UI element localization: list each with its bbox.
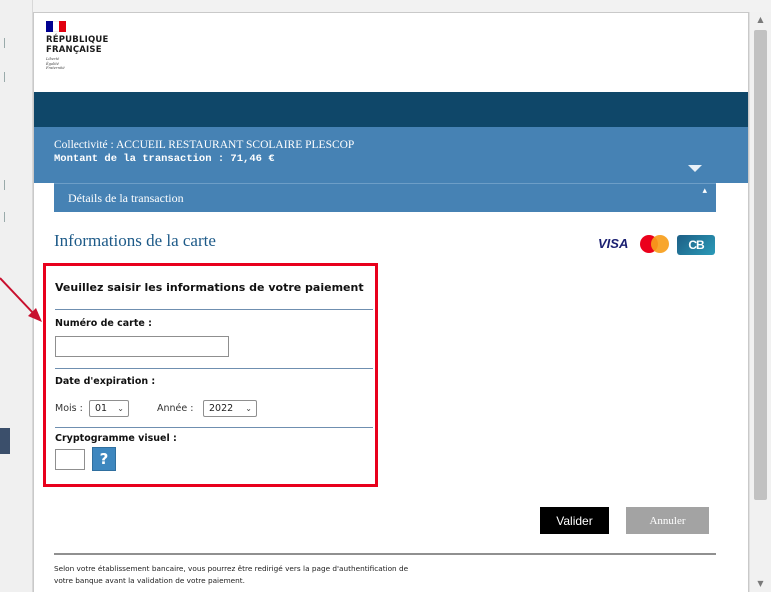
card-section-title: Informations de la carte [54,231,216,250]
footer-line-2: votre banque avant la validation de votr… [54,576,245,585]
collectivite-text: Collectivité : ACCUEIL RESTAURANT SCOLAI… [54,139,355,151]
scroll-down-arrow-icon[interactable]: ▼ [750,576,771,592]
annuler-button[interactable]: Annuler [626,507,709,534]
cvv-input[interactable] [55,449,85,470]
payment-frame: RÉPUBLIQUE FRANÇAISE Liberté Égalité Fra… [33,12,749,592]
year-select[interactable]: 2022 ⌄ [203,400,257,417]
logo-line-2: FRANÇAISE [46,45,102,55]
republique-francaise-logo: RÉPUBLIQUE FRANÇAISE Liberté Égalité Fra… [46,21,108,71]
card-number-input[interactable] [55,336,229,357]
cb-logo: CB [677,235,715,255]
year-label: Année : [157,403,194,414]
cvv-label: Cryptogramme visuel : [55,433,177,444]
mastercard-logo [640,235,670,253]
background-tick [4,212,8,222]
form-separator [55,427,373,428]
details-label: Détails de la transaction [68,191,184,205]
header-navy-bar [34,92,748,127]
expiry-label: Date d'expiration : [55,376,156,387]
transaction-amount: Montant de la transaction : 71,46 € [54,153,275,165]
details-notch [688,165,702,172]
form-separator [55,309,373,310]
footer-separator [54,553,716,555]
footer-line-1: Selon votre établissement bancaire, vous… [54,564,409,573]
logo-line-1: RÉPUBLIQUE [46,35,109,45]
background-tick [4,38,8,48]
chevron-down-icon: ⌄ [117,404,124,413]
background-tick [4,72,8,82]
chevron-down-icon: ⌄ [245,404,252,413]
background-tab [0,428,10,454]
month-label: Mois : [55,403,83,414]
card-number-label: Numéro de carte : [55,318,152,329]
valider-button[interactable]: Valider [540,507,609,534]
motto-fraternite: Fraternité [46,66,65,71]
cvv-help-button[interactable]: ? [92,447,116,471]
form-heading: Veuillez saisir les informations de votr… [55,281,364,294]
transaction-info-band: Collectivité : ACCUEIL RESTAURANT SCOLAI… [34,127,748,183]
caret-up-icon: ▴ [702,186,707,196]
scroll-up-arrow-icon[interactable]: ▲ [750,12,771,28]
month-value: 01 [95,403,108,414]
background-tick [4,180,8,190]
month-select[interactable]: 01 ⌄ [89,400,129,417]
footer-notice: Selon votre établissement bancaire, vous… [54,563,554,587]
year-value: 2022 [209,403,234,414]
vertical-scrollbar[interactable]: ▲ ▼ [749,12,771,592]
form-separator [55,368,373,369]
background-window-edge [0,0,33,592]
payment-form: Veuillez saisir les informations de votr… [43,263,378,487]
transaction-details-toggle[interactable]: Détails de la transaction ▴ [54,183,716,212]
visa-logo: VISA [598,236,629,251]
scroll-thumb[interactable] [754,30,767,500]
french-flag-icon [46,21,67,32]
